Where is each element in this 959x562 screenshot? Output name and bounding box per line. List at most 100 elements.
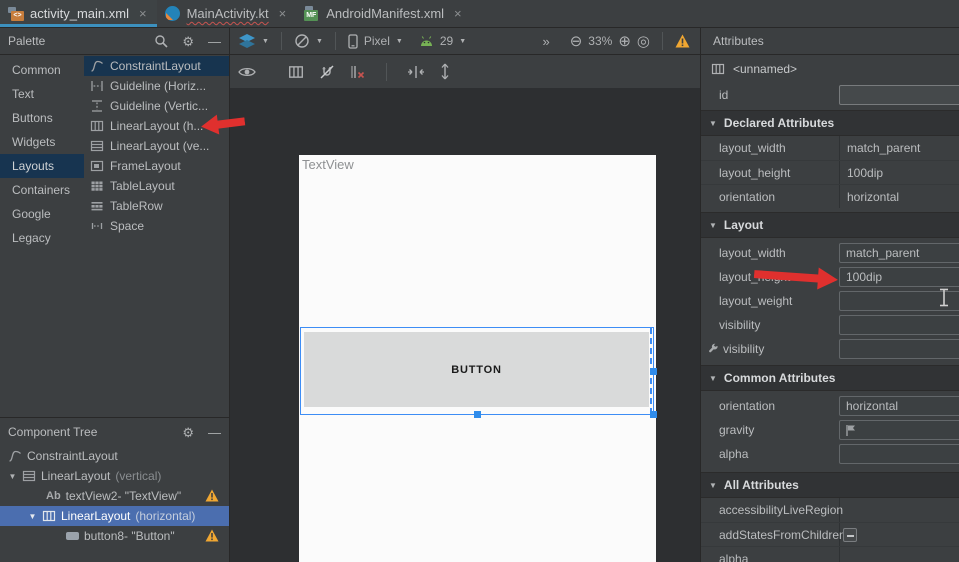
- tab-androidmanifest-xml[interactable]: MF AndroidManifest.xml ×: [296, 0, 471, 27]
- indeterminate-checkbox[interactable]: [843, 528, 857, 542]
- orientation-icon[interactable]: [294, 33, 310, 49]
- attribute-value[interactable]: 100dip: [847, 166, 883, 180]
- category-buttons[interactable]: Buttons: [0, 106, 84, 130]
- search-icon[interactable]: [154, 34, 168, 48]
- alpha-input[interactable]: [839, 444, 959, 464]
- attribute-row[interactable]: layout_height 100dip: [701, 160, 959, 184]
- expand-collapse-icon[interactable]: ▼: [8, 472, 17, 481]
- minimize-icon[interactable]: —: [208, 35, 221, 48]
- collapse-icon[interactable]: ▼: [709, 221, 717, 230]
- tree-node-label: LinearLayout: [61, 509, 130, 523]
- expand-collapse-icon[interactable]: ▼: [28, 512, 37, 521]
- palette-item-linearlayout-horizontal[interactable]: LinearLayout (h...: [84, 116, 229, 136]
- category-common[interactable]: Common: [0, 58, 84, 82]
- section-layout[interactable]: ▼ Layout: [701, 212, 959, 238]
- category-widgets[interactable]: Widgets: [0, 130, 84, 154]
- close-tab-icon[interactable]: ×: [139, 6, 147, 21]
- collapse-icon[interactable]: ▼: [709, 374, 717, 383]
- chevron-down-icon[interactable]: ▼: [396, 38, 403, 45]
- palette-item-tablelayout[interactable]: TableLayout: [84, 176, 229, 196]
- gear-icon[interactable]: ⚙: [182, 35, 194, 48]
- layout-height-combo[interactable]: 100dip: [839, 267, 959, 287]
- tab-mainactivity-kt[interactable]: MainActivity.kt ×: [157, 0, 297, 27]
- attribute-row[interactable]: orientation horizontal: [701, 184, 959, 208]
- collapse-icon[interactable]: ▼: [709, 481, 717, 490]
- visibility-combo[interactable]: [839, 315, 959, 335]
- section-common-attributes[interactable]: ▼ Common Attributes: [701, 365, 959, 391]
- category-containers[interactable]: Containers: [0, 178, 84, 202]
- editor-tab-bar: <> activity_main.xml × MainActivity.kt ×…: [0, 0, 959, 28]
- constraint-layout-icon: [8, 449, 22, 463]
- tree-node-linearlayout-horizontal[interactable]: ▼ LinearLayout(horizontal): [0, 506, 229, 526]
- id-input[interactable]: [839, 85, 959, 105]
- section-all-attributes[interactable]: ▼ All Attributes: [701, 472, 959, 498]
- design-mode-layers-icon[interactable]: [238, 34, 256, 48]
- warning-icon: [205, 529, 219, 542]
- palette-item-label: LinearLayout (h...: [110, 119, 203, 133]
- zoom-in-icon[interactable]: ⊕: [618, 34, 631, 49]
- chevron-down-icon[interactable]: ▼: [316, 38, 323, 45]
- resize-handle-bottom-right[interactable]: [650, 411, 657, 418]
- gear-icon[interactable]: ⚙: [182, 426, 194, 439]
- palette-item-constraintlayout[interactable]: ConstraintLayout: [84, 56, 229, 76]
- collapse-icon[interactable]: ▼: [709, 119, 717, 128]
- pack-horizontal-icon[interactable]: [407, 64, 425, 80]
- attribute-value[interactable]: horizontal: [847, 190, 899, 204]
- clear-constraints-icon[interactable]: [350, 64, 366, 80]
- category-google[interactable]: Google: [0, 202, 84, 226]
- device-selector[interactable]: Pixel: [364, 34, 390, 48]
- zoom-out-icon[interactable]: ⊖: [570, 34, 583, 49]
- chevron-down-icon[interactable]: ▼: [262, 38, 269, 45]
- toolbar-overflow-icon[interactable]: »: [542, 35, 549, 48]
- tab-activity-main-xml[interactable]: <> activity_main.xml ×: [0, 0, 157, 27]
- surface-toolbar: [230, 55, 700, 88]
- attribute-name: layout_width: [719, 141, 786, 155]
- category-text[interactable]: Text: [0, 82, 84, 106]
- gravity-combo[interactable]: [839, 420, 959, 440]
- layout-width-combo[interactable]: match_parent: [839, 243, 959, 263]
- close-tab-icon[interactable]: ×: [454, 6, 462, 21]
- attribute-row[interactable]: layout_width match_parent: [701, 136, 959, 160]
- tree-node-button8[interactable]: button8- "Button": [0, 526, 229, 546]
- minimize-icon[interactable]: —: [208, 426, 221, 439]
- chevron-down-icon[interactable]: ▼: [459, 38, 466, 45]
- android-api-icon[interactable]: [419, 36, 434, 47]
- attribute-row[interactable]: addStatesFromChildren: [701, 522, 959, 546]
- guideline-horizontal-icon: [90, 79, 104, 93]
- tree-node-constraintlayout[interactable]: ConstraintLayout: [0, 446, 229, 466]
- tree-node-textview2[interactable]: Ab textView2- "TextView": [0, 486, 229, 506]
- canvas-textview[interactable]: TextView: [302, 157, 354, 172]
- canvas-button[interactable]: BUTTON: [304, 332, 649, 407]
- resize-handle-bottom[interactable]: [474, 411, 481, 418]
- close-tab-icon[interactable]: ×: [279, 6, 287, 21]
- autoconnect-off-icon[interactable]: [318, 64, 336, 80]
- view-options-eye-icon[interactable]: [238, 65, 256, 79]
- tree-node-linearlayout-vertical[interactable]: ▼ LinearLayout(vertical): [0, 466, 229, 486]
- attribute-value[interactable]: match_parent: [847, 141, 920, 155]
- zoom-to-fit-icon[interactable]: ◎: [637, 34, 650, 49]
- attribute-row[interactable]: accessibilityLiveRegion: [701, 498, 959, 522]
- selected-linearlayout-bounds[interactable]: BUTTON: [300, 327, 654, 415]
- device-phone-icon[interactable]: [348, 34, 358, 49]
- layout-weight-combo[interactable]: [839, 291, 959, 311]
- palette-item-guideline-horizontal[interactable]: Guideline (Horiz...: [84, 76, 229, 96]
- section-declared-attributes[interactable]: ▼ Declared Attributes: [701, 110, 959, 136]
- warnings-icon[interactable]: [675, 34, 690, 48]
- design-canvas[interactable]: TextView BUTTON: [230, 88, 700, 562]
- orientation-combo[interactable]: horizontal: [839, 396, 959, 416]
- palette-item-linearlayout-vertical[interactable]: LinearLayout (ve...: [84, 136, 229, 156]
- device-screen[interactable]: TextView BUTTON: [299, 155, 656, 562]
- attribute-name: visibility: [719, 318, 760, 332]
- palette-item-guideline-vertical[interactable]: Guideline (Vertic...: [84, 96, 229, 116]
- palette-item-framelayout[interactable]: FrameLayout: [84, 156, 229, 176]
- resize-handle-right[interactable]: [650, 368, 657, 375]
- category-legacy[interactable]: Legacy: [0, 226, 84, 250]
- category-layouts[interactable]: Layouts: [0, 154, 84, 178]
- tools-visibility-combo[interactable]: [839, 339, 959, 359]
- tab-label: MainActivity.kt: [187, 6, 269, 21]
- palette-item-space[interactable]: Space: [84, 216, 229, 236]
- expand-vertical-icon[interactable]: [439, 63, 451, 80]
- palette-item-tablerow[interactable]: TableRow: [84, 196, 229, 216]
- attribute-row[interactable]: alpha: [701, 546, 959, 562]
- api-level-selector[interactable]: 29: [440, 34, 453, 48]
